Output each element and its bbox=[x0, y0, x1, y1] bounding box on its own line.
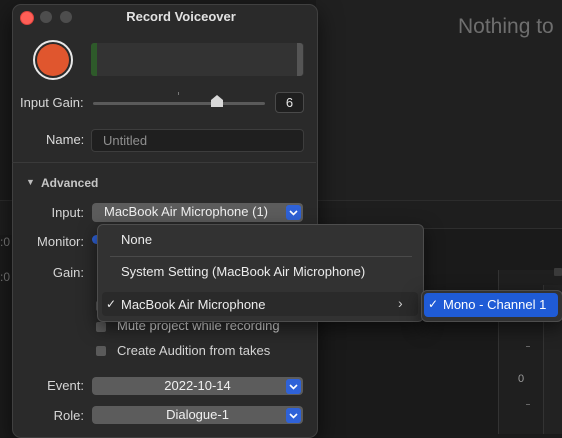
role-label: Role: bbox=[53, 408, 84, 423]
menu-separator bbox=[110, 256, 412, 257]
meter-indicator-icon bbox=[554, 268, 562, 276]
slider-center-tick bbox=[178, 92, 179, 95]
chevron-down-icon[interactable] bbox=[286, 205, 301, 220]
input-level-meter bbox=[91, 43, 304, 76]
menu-item-none[interactable]: None bbox=[121, 232, 152, 247]
mute-project-checkbox[interactable] bbox=[96, 322, 106, 332]
background-edge-text: :0 bbox=[0, 235, 11, 249]
event-label: Event: bbox=[47, 378, 84, 393]
meter-tick bbox=[526, 404, 530, 405]
meter-tick bbox=[526, 346, 530, 347]
close-window-button[interactable] bbox=[20, 11, 34, 25]
meter-scale-label: 0 bbox=[518, 373, 525, 385]
advanced-section-label[interactable]: Advanced bbox=[41, 176, 98, 190]
input-device-value[interactable]: MacBook Air Microphone (1) bbox=[104, 204, 268, 219]
section-divider bbox=[12, 162, 316, 163]
zoom-window-button[interactable] bbox=[60, 11, 72, 23]
create-audition-checkbox[interactable] bbox=[96, 346, 106, 356]
menu-item-macbook-air-microphone[interactable]: MacBook Air Microphone bbox=[121, 297, 266, 312]
background-edge-text: :0 bbox=[0, 270, 11, 284]
input-gain-value-field[interactable]: 6 bbox=[275, 92, 304, 113]
submenu-arrow-icon: › bbox=[398, 295, 403, 311]
input-gain-label: Input Gain: bbox=[20, 95, 84, 110]
dialog-title: Record Voiceover bbox=[126, 9, 236, 24]
chevron-down-icon[interactable] bbox=[286, 408, 301, 423]
create-audition-label[interactable]: Create Audition from takes bbox=[117, 343, 270, 358]
level-meter-right-channel bbox=[297, 43, 303, 76]
checkmark-icon: ✓ bbox=[106, 297, 117, 311]
input-label: Input: bbox=[51, 205, 84, 220]
monitor-label: Monitor: bbox=[37, 234, 84, 249]
slider-thumb-icon[interactable] bbox=[210, 95, 223, 107]
record-icon[interactable] bbox=[37, 44, 69, 76]
monitor-gain-label: Gain: bbox=[52, 265, 84, 280]
submenu-item-label[interactable]: Mono - Channel 1 bbox=[443, 297, 546, 312]
menu-item-system-setting[interactable]: System Setting (MacBook Air Microphone) bbox=[121, 264, 365, 279]
input-gain-slider[interactable] bbox=[93, 102, 265, 105]
name-label: Name: bbox=[46, 132, 85, 147]
level-meter-left-channel bbox=[91, 43, 97, 76]
name-input[interactable]: Untitled bbox=[91, 129, 304, 152]
role-popup[interactable]: Dialogue-1 bbox=[92, 406, 303, 424]
event-popup[interactable]: 2022-10-14 bbox=[92, 377, 303, 395]
disclosure-triangle-icon[interactable]: ▼ bbox=[26, 177, 35, 187]
chevron-down-icon[interactable] bbox=[286, 379, 301, 394]
checkmark-icon: ✓ bbox=[428, 297, 439, 311]
viewer-placeholder-title: Nothing to bbox=[458, 15, 554, 38]
minimize-window-button[interactable] bbox=[40, 11, 52, 23]
